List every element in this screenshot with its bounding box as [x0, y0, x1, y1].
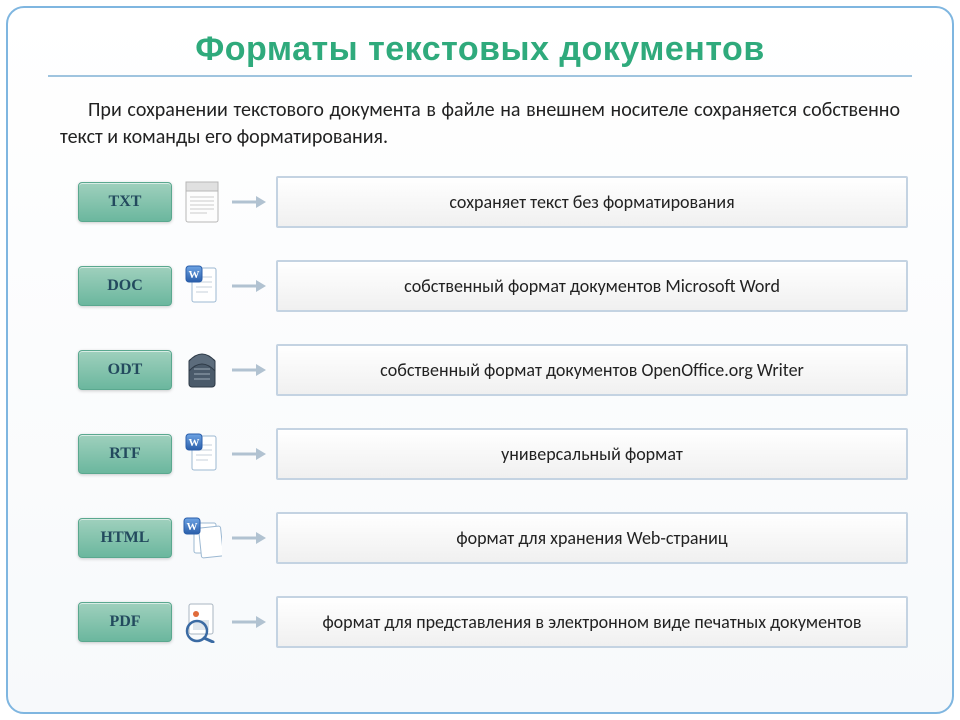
format-desc: универсальный формат	[276, 428, 908, 480]
format-desc: собственный формат документов OpenOffice…	[276, 344, 908, 396]
format-desc: собственный формат документов Microsoft …	[276, 260, 908, 312]
format-row: DOC W собственный формат документов Micr…	[78, 259, 908, 313]
rtf-file-icon: W	[182, 432, 222, 476]
odt-file-icon	[182, 348, 222, 392]
format-badge-html: HTML	[78, 518, 172, 558]
format-badge-txt: TXT	[78, 182, 172, 222]
arrow-icon	[232, 195, 266, 209]
format-row: RTF W универсальный формат	[78, 427, 908, 481]
format-desc: сохраняет текст без форматирования	[276, 176, 908, 228]
format-desc: формат для представления в электронном в…	[276, 596, 908, 648]
format-badge-doc: DOC	[78, 266, 172, 306]
format-badge-odt: ODT	[78, 350, 172, 390]
formats-list: TXT сохраняет текст без форматирования	[8, 175, 952, 649]
format-row: TXT сохраняет текст без форматирования	[78, 175, 908, 229]
slide-frame: Форматы текстовых документов При сохране…	[6, 6, 954, 714]
intro-paragraph: При сохранении текстового документа в фа…	[60, 97, 900, 151]
arrow-icon	[232, 447, 266, 461]
txt-file-icon	[182, 180, 222, 224]
doc-file-icon: W	[182, 264, 222, 308]
html-file-icon: W	[182, 516, 222, 560]
svg-text:W: W	[187, 521, 198, 533]
format-row: PDF формат для представления в электронн…	[78, 595, 908, 649]
pdf-file-icon	[182, 600, 222, 644]
format-row: HTML W формат для хранения Web-страниц	[78, 511, 908, 565]
arrow-icon	[232, 279, 266, 293]
format-row: ODT собственный формат документов OpenOf…	[78, 343, 908, 397]
svg-text:W: W	[189, 269, 200, 281]
arrow-icon	[232, 615, 266, 629]
format-desc: формат для хранения Web-страниц	[276, 512, 908, 564]
title-underline	[48, 75, 912, 77]
arrow-icon	[232, 363, 266, 377]
format-badge-pdf: PDF	[78, 602, 172, 642]
arrow-icon	[232, 531, 266, 545]
format-badge-rtf: RTF	[78, 434, 172, 474]
slide-title: Форматы текстовых документов	[48, 30, 912, 69]
svg-text:W: W	[189, 437, 200, 449]
